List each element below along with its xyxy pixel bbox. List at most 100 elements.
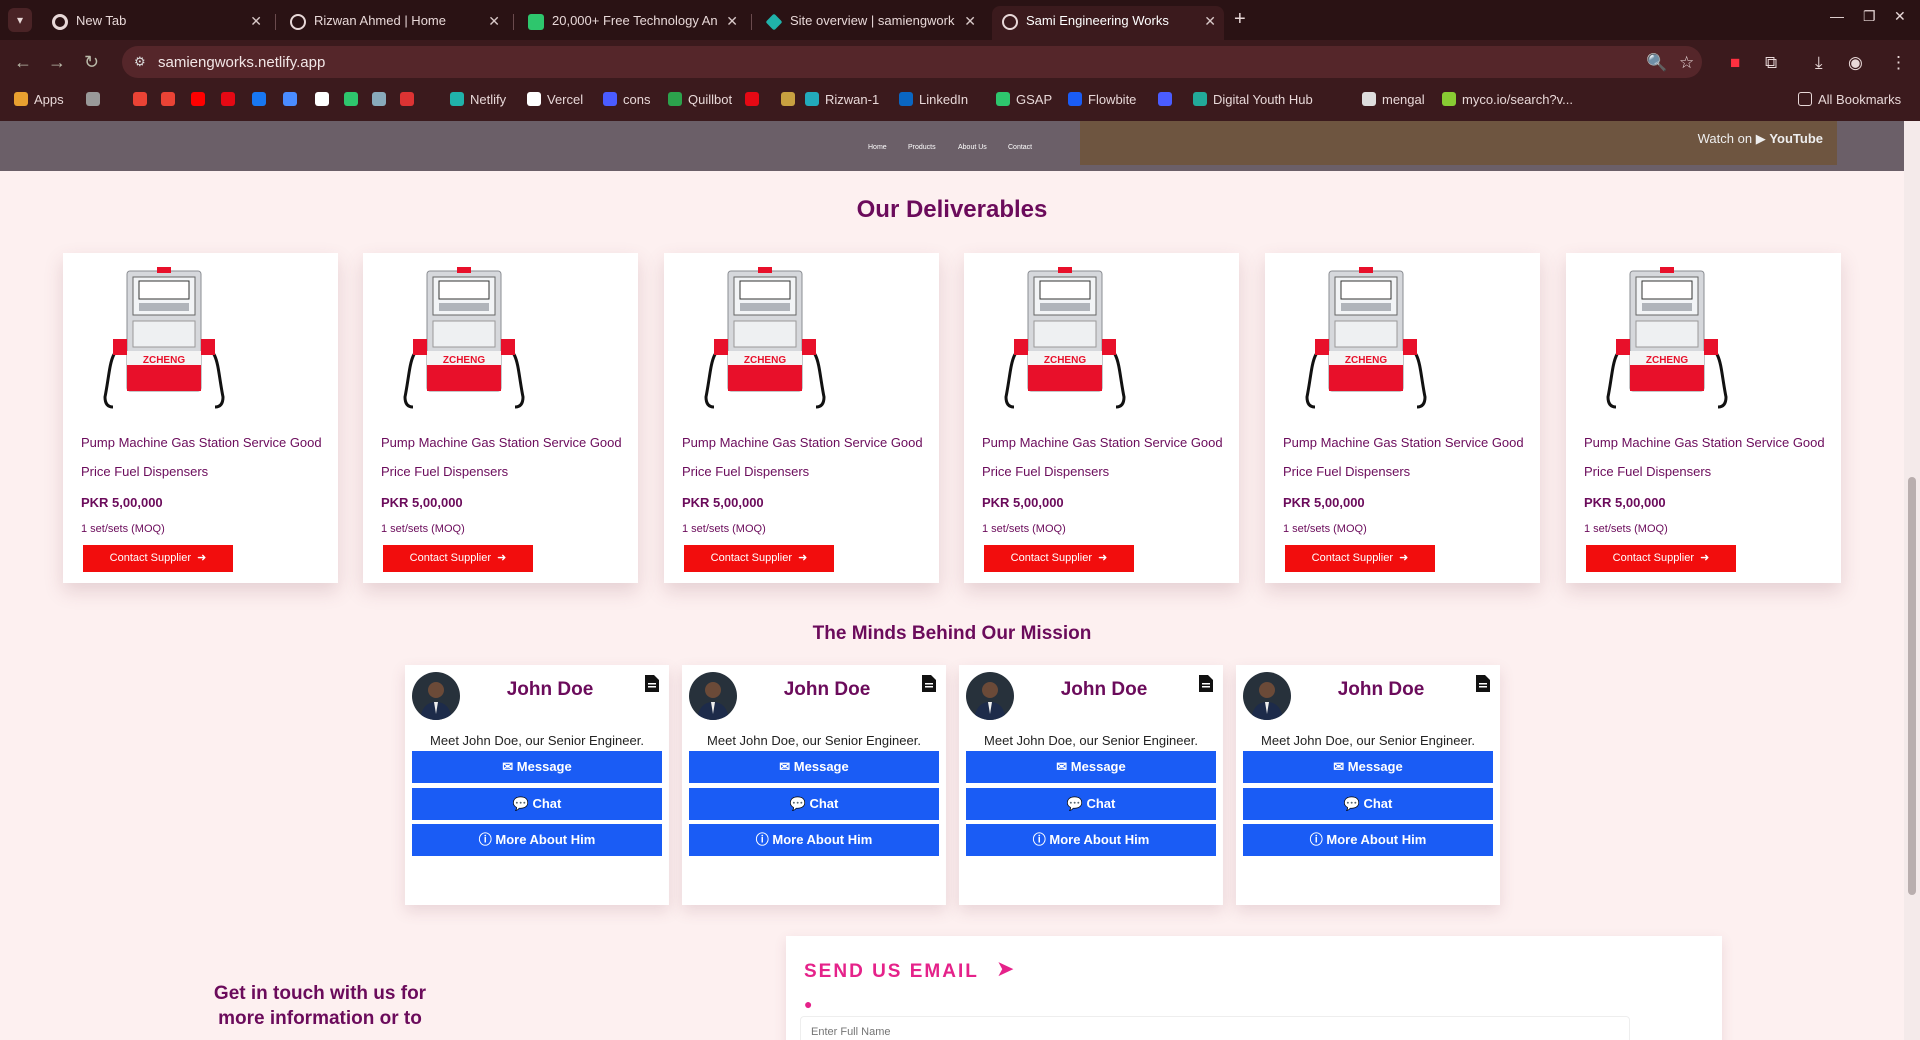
chat-button[interactable]: 💬 Chat xyxy=(689,788,939,820)
product-title[interactable]: Pump Machine Gas Station Service Good Pr… xyxy=(81,428,326,486)
bookmark-item[interactable]: Apps xyxy=(14,90,64,110)
team-member-card: John Doe Meet John Doe, our Senior Engin… xyxy=(682,665,946,905)
scrollbar[interactable] xyxy=(1904,121,1920,1040)
document-icon[interactable] xyxy=(1199,675,1213,692)
bookmark-item[interactable] xyxy=(191,90,211,110)
message-button[interactable]: ✉ Message xyxy=(1243,751,1493,783)
bookmark-star-icon[interactable]: ☆ xyxy=(1679,53,1694,73)
new-tab-button[interactable]: + xyxy=(1234,8,1246,31)
bookmark-item[interactable]: cons xyxy=(603,90,650,110)
product-title[interactable]: Pump Machine Gas Station Service Good Pr… xyxy=(1283,428,1528,486)
full-name-input[interactable] xyxy=(800,1016,1630,1040)
forward-icon[interactable]: → xyxy=(48,52,66,73)
bookmark-item[interactable]: mengal xyxy=(1362,90,1425,110)
contact-supplier-button[interactable]: Contact Supplier ➜ xyxy=(1586,545,1736,572)
bookmark-item[interactable] xyxy=(781,90,801,110)
reload-icon[interactable]: ↻ xyxy=(84,52,99,73)
bookmark-item[interactable] xyxy=(372,90,392,110)
menu-kebab-icon[interactable]: ⋮ xyxy=(1890,53,1907,73)
contact-supplier-button[interactable]: Contact Supplier ➜ xyxy=(684,545,834,572)
chat-button[interactable]: 💬 Chat xyxy=(412,788,662,820)
product-title[interactable]: Pump Machine Gas Station Service Good Pr… xyxy=(1584,428,1829,486)
document-icon[interactable] xyxy=(645,675,659,692)
nav-products[interactable]: Products xyxy=(908,144,936,151)
bookmark-item[interactable]: Digital Youth Hub xyxy=(1193,90,1313,110)
address-bar[interactable]: ⚙ samiengworks.netlify.app xyxy=(122,46,1702,78)
product-title[interactable]: Pump Machine Gas Station Service Good Pr… xyxy=(682,428,927,486)
contact-supplier-button[interactable]: Contact Supplier ➜ xyxy=(383,545,533,572)
scrollbar-thumb[interactable] xyxy=(1908,477,1916,895)
bookmark-item[interactable] xyxy=(161,90,181,110)
tab-label: Site overview | samiengwork xyxy=(790,13,955,28)
document-icon[interactable] xyxy=(1476,675,1490,692)
bookmark-item[interactable]: Flowbite xyxy=(1068,90,1136,110)
profile-avatar-icon[interactable]: ◉ xyxy=(1848,53,1863,73)
close-window-icon[interactable]: ✕ xyxy=(1894,8,1906,25)
bookmark-item[interactable] xyxy=(252,90,272,110)
product-title[interactable]: Pump Machine Gas Station Service Good Pr… xyxy=(982,428,1227,486)
tab-rizwan[interactable]: Rizwan Ahmed | Home ✕ xyxy=(280,6,508,40)
bookmark-item[interactable] xyxy=(344,90,364,110)
youtube-video-embed[interactable]: Watch on ▶ YouTube xyxy=(1080,121,1837,165)
bookmark-item[interactable] xyxy=(221,90,241,110)
contact-supplier-button[interactable]: Contact Supplier ➜ xyxy=(984,545,1134,572)
tab-sami-engineering[interactable]: Sami Engineering Works ✕ xyxy=(992,6,1224,40)
close-icon[interactable]: ✕ xyxy=(1204,6,1216,36)
all-bookmarks-folder[interactable]: All Bookmarks xyxy=(1798,90,1901,110)
more-about-button[interactable]: ⓘ More About Him xyxy=(689,824,939,856)
pump-brand-label: ZCHENG xyxy=(744,355,786,366)
minimize-icon[interactable]: — xyxy=(1830,8,1844,24)
close-icon[interactable]: ✕ xyxy=(488,6,500,36)
download-icon[interactable]: ⤓ xyxy=(1815,53,1823,73)
bookmark-favicon-icon xyxy=(603,92,617,106)
url-text: samiengworks.netlify.app xyxy=(158,54,326,71)
close-icon[interactable]: ✕ xyxy=(964,6,976,36)
message-button[interactable]: ✉ Message xyxy=(412,751,662,783)
more-about-button[interactable]: ⓘ More About Him xyxy=(1243,824,1493,856)
bookmark-item[interactable]: Quillbot xyxy=(668,90,732,110)
bookmark-favicon-icon xyxy=(1193,92,1207,106)
tab-pixabay[interactable]: 20,000+ Free Technology An ✕ xyxy=(518,6,746,40)
extension-red-icon[interactable]: ■ xyxy=(1730,53,1740,73)
chat-button[interactable]: 💬 Chat xyxy=(1243,788,1493,820)
close-icon[interactable]: ✕ xyxy=(250,6,262,36)
restore-icon[interactable]: ❐ xyxy=(1863,8,1876,25)
chat-button[interactable]: 💬 Chat xyxy=(966,788,1216,820)
document-icon[interactable] xyxy=(922,675,936,692)
bookmark-item[interactable] xyxy=(86,90,106,110)
bookmark-item[interactable]: Rizwan-1 xyxy=(805,90,879,110)
close-icon[interactable]: ✕ xyxy=(726,6,738,36)
more-about-button[interactable]: ⓘ More About Him xyxy=(966,824,1216,856)
bookmark-item[interactable]: Netlify xyxy=(450,90,506,110)
bookmark-item[interactable] xyxy=(1158,90,1178,110)
bookmark-item[interactable] xyxy=(133,90,153,110)
bookmark-favicon-icon xyxy=(1442,92,1456,106)
message-button[interactable]: ✉ Message xyxy=(966,751,1216,783)
tab-search-button[interactable]: ▾ xyxy=(8,8,32,32)
bookmark-favicon-icon xyxy=(161,92,175,106)
nav-about[interactable]: About Us xyxy=(958,144,987,151)
nav-home[interactable]: Home xyxy=(868,144,887,151)
site-info-icon[interactable]: ⚙ xyxy=(134,54,150,70)
bookmark-item[interactable]: LinkedIn xyxy=(899,90,968,110)
bookmark-item[interactable] xyxy=(745,90,765,110)
watch-on-youtube[interactable]: Watch on ▶ YouTube xyxy=(1698,131,1823,147)
bookmark-item[interactable]: Vercel xyxy=(527,90,583,110)
extensions-icon[interactable]: ⧉ xyxy=(1765,53,1777,73)
bookmark-item[interactable] xyxy=(283,90,303,110)
back-icon[interactable]: ← xyxy=(14,52,32,73)
contact-supplier-button[interactable]: Contact Supplier ➜ xyxy=(83,545,233,572)
bookmark-item[interactable] xyxy=(400,90,420,110)
nav-contact[interactable]: Contact xyxy=(1008,144,1032,151)
product-title[interactable]: Pump Machine Gas Station Service Good Pr… xyxy=(381,428,626,486)
message-button[interactable]: ✉ Message xyxy=(689,751,939,783)
more-about-button[interactable]: ⓘ More About Him xyxy=(412,824,662,856)
bookmark-item[interactable] xyxy=(315,90,335,110)
tab-new-tab[interactable]: New Tab ✕ xyxy=(42,6,270,40)
tab-netlify[interactable]: Site overview | samiengwork ✕ xyxy=(756,6,984,40)
zoom-icon[interactable]: 🔍 xyxy=(1646,53,1667,73)
bookmark-item[interactable]: myco.io/search?v... xyxy=(1442,90,1573,110)
bookmark-item[interactable]: GSAP xyxy=(996,90,1052,110)
contact-supplier-button[interactable]: Contact Supplier ➜ xyxy=(1285,545,1435,572)
bookmark-favicon-icon xyxy=(86,92,100,106)
